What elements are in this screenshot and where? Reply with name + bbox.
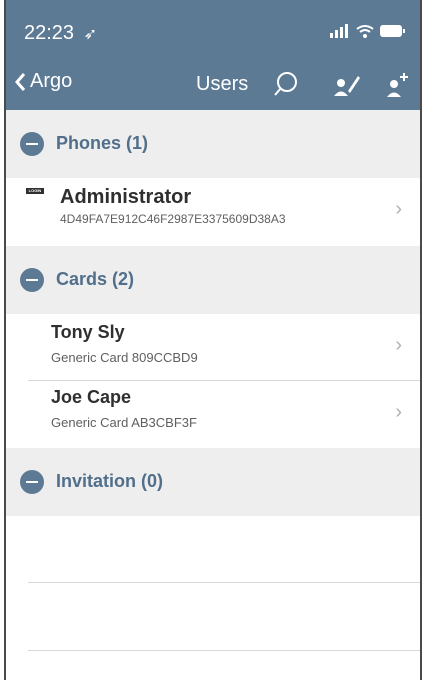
list-item-name: Joe Cape [51, 387, 132, 407]
page-title: Users [196, 73, 249, 95]
empty-row-separator [28, 582, 420, 583]
battery-icon [380, 25, 405, 37]
section-header-invitation[interactable]: Invitation (0) [6, 448, 420, 516]
section-title: Cards (2) [56, 269, 135, 289]
app-frame: 22:23 ➶ Argo Users Phones (1) LOGIN Admi… [4, 0, 422, 680]
navigation-bar: Argo Users [6, 60, 420, 110]
section-title: Invitation (0) [56, 471, 163, 491]
chevron-right-icon: › [395, 401, 402, 423]
section-header-phones[interactable]: Phones (1) [6, 110, 420, 178]
search-icon[interactable] [272, 70, 300, 98]
list-item-subtitle: Generic Card AB3CBF3F [51, 415, 197, 430]
user-edit-icon[interactable] [332, 70, 362, 100]
list-item-subtitle: 4D49FA7E912C46F2987E3375609D38A3 [60, 212, 286, 226]
list-item-joe-cape[interactable]: Joe Cape Generic Card AB3CBF3F › [6, 381, 420, 448]
user-add-icon[interactable] [382, 70, 412, 100]
location-arrow-icon: ➶ [83, 26, 98, 43]
list-item-administrator[interactable]: LOGIN Administrator 4D49FA7E912C46F2987E… [6, 178, 420, 246]
back-button-label: Argo [30, 70, 73, 92]
back-button[interactable]: Argo [14, 70, 72, 93]
list-item-subtitle: Generic Card 809CCBD9 [51, 350, 198, 365]
empty-row-separator [28, 650, 420, 651]
list-item-name: Administrator [60, 186, 192, 208]
list-item-name: Tony Sly [51, 322, 125, 342]
minus-circle-icon[interactable] [20, 132, 44, 156]
chevron-right-icon: › [395, 198, 402, 220]
status-time: 22:23 ➶ [24, 22, 97, 45]
status-time-text: 22:23 [24, 22, 75, 44]
login-badge: LOGIN [26, 188, 44, 194]
minus-circle-icon[interactable] [20, 470, 44, 494]
status-bar: 22:23 ➶ [6, 0, 420, 60]
back-chevron-icon [15, 72, 26, 91]
section-title: Phones (1) [56, 133, 149, 153]
wifi-icon [356, 25, 374, 38]
section-header-cards[interactable]: Cards (2) [6, 246, 420, 314]
minus-circle-icon[interactable] [20, 268, 44, 292]
chevron-right-icon: › [395, 334, 402, 356]
signal-icon [330, 24, 348, 38]
status-icons [330, 24, 406, 38]
list-item-tony-sly[interactable]: Tony Sly Generic Card 809CCBD9 › [6, 314, 420, 380]
